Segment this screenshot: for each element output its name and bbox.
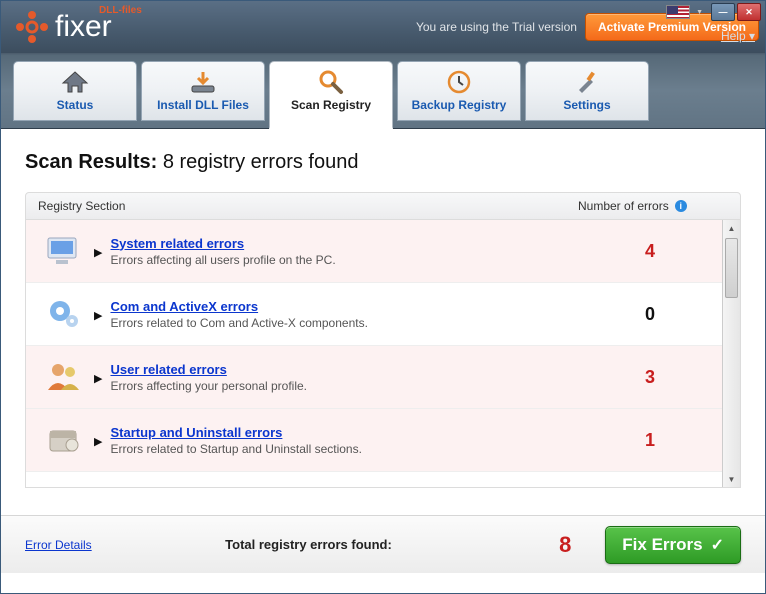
row-count: 0 — [590, 304, 710, 325]
error-details-link[interactable]: Error Details — [25, 538, 92, 552]
col-section: Registry Section — [38, 199, 578, 213]
trial-message: You are using the Trial version — [112, 20, 577, 34]
col-errors: Number of errors — [578, 199, 669, 213]
tab-label: Settings — [563, 98, 610, 112]
logo-subtext: DLL-files — [99, 5, 142, 16]
row-count: 1 — [590, 430, 710, 451]
help-link[interactable]: Help ▾ — [721, 29, 755, 43]
gear-icon — [40, 293, 88, 335]
language-dropdown-icon[interactable]: ▼ — [696, 9, 703, 16]
help-link-label: Help — [721, 29, 746, 43]
fix-button-label: Fix Errors — [622, 535, 702, 555]
download-icon — [189, 68, 217, 96]
results-title-bold: Scan Results: — [25, 151, 157, 173]
fix-errors-button[interactable]: Fix Errors ✓ — [605, 526, 741, 564]
tab-scan-registry[interactable]: Scan Registry — [269, 61, 393, 129]
row-desc: Errors affecting all users profile on th… — [110, 253, 590, 267]
logo-text: fixer — [55, 12, 112, 42]
scroll-down-icon[interactable]: ▼ — [723, 471, 740, 487]
result-row: ▶ System related errors Errors affecting… — [26, 220, 722, 283]
app-window: fixer DLL-files You are using the Trial … — [0, 0, 766, 594]
tab-label: Status — [57, 98, 94, 112]
expand-icon[interactable]: ▶ — [94, 244, 102, 259]
expand-icon[interactable]: ▶ — [94, 307, 102, 322]
result-row: ▶ Com and ActiveX errors Errors related … — [26, 283, 722, 346]
results-list: ▶ System related errors Errors affecting… — [26, 220, 722, 487]
row-desc: Errors affecting your personal profile. — [110, 379, 590, 393]
scrollbar[interactable]: ▲ ▼ — [722, 220, 740, 487]
row-link[interactable]: System related errors — [110, 236, 590, 251]
home-icon — [60, 68, 90, 96]
total-value: 8 — [525, 532, 605, 558]
footer-bar: Error Details Total registry errors foun… — [1, 515, 765, 573]
scroll-up-icon[interactable]: ▲ — [723, 220, 740, 236]
search-icon — [318, 68, 344, 96]
results-title: Scan Results: 8 registry errors found — [25, 151, 741, 174]
tab-settings[interactable]: Settings — [525, 61, 649, 121]
tab-label: Install DLL Files — [157, 98, 249, 112]
language-flag-icon[interactable] — [666, 5, 690, 19]
tab-bar: Status Install DLL Files Scan Registry B… — [1, 53, 765, 129]
row-desc: Errors related to Com and Active-X compo… — [110, 316, 590, 330]
row-link[interactable]: User related errors — [110, 362, 590, 377]
result-row: ▶ User related errors Errors affecting y… — [26, 346, 722, 409]
clock-icon — [446, 68, 472, 96]
row-count: 3 — [590, 367, 710, 388]
results-list-wrap: ▶ System related errors Errors affecting… — [25, 220, 741, 488]
check-icon: ✓ — [711, 535, 724, 555]
close-button[interactable]: ✕ — [737, 3, 761, 21]
user-icon — [40, 356, 88, 398]
row-link[interactable]: Com and ActiveX errors — [110, 299, 590, 314]
columns-header: Registry Section Number of errors i — [25, 192, 741, 220]
minimize-button[interactable]: — — [711, 3, 735, 21]
tab-backup-registry[interactable]: Backup Registry — [397, 61, 521, 121]
content-area: Scan Results: 8 registry errors found Re… — [1, 129, 765, 515]
expand-icon[interactable]: ▶ — [94, 370, 102, 385]
tools-icon — [574, 68, 600, 96]
row-desc: Errors related to Startup and Uninstall … — [110, 442, 590, 456]
app-logo: fixer DLL-files — [15, 10, 112, 44]
total-label: Total registry errors found: — [92, 537, 526, 552]
results-title-rest: 8 registry errors found — [163, 151, 359, 173]
tab-label: Backup Registry — [412, 98, 507, 112]
tab-install-dll[interactable]: Install DLL Files — [141, 61, 265, 121]
tab-label: Scan Registry — [291, 98, 371, 112]
row-count: 4 — [590, 241, 710, 262]
scroll-thumb[interactable] — [725, 238, 738, 298]
tab-status[interactable]: Status — [13, 61, 137, 121]
row-link[interactable]: Startup and Uninstall errors — [110, 425, 590, 440]
expand-icon[interactable]: ▶ — [94, 433, 102, 448]
logo-icon — [15, 10, 49, 44]
system-icon — [40, 230, 88, 272]
app-header: fixer DLL-files You are using the Trial … — [1, 1, 765, 53]
result-row: ▶ Startup and Uninstall errors Errors re… — [26, 409, 722, 472]
window-controls: ▼ — ✕ — [666, 3, 761, 21]
info-icon[interactable]: i — [675, 200, 687, 212]
package-icon — [40, 419, 88, 461]
